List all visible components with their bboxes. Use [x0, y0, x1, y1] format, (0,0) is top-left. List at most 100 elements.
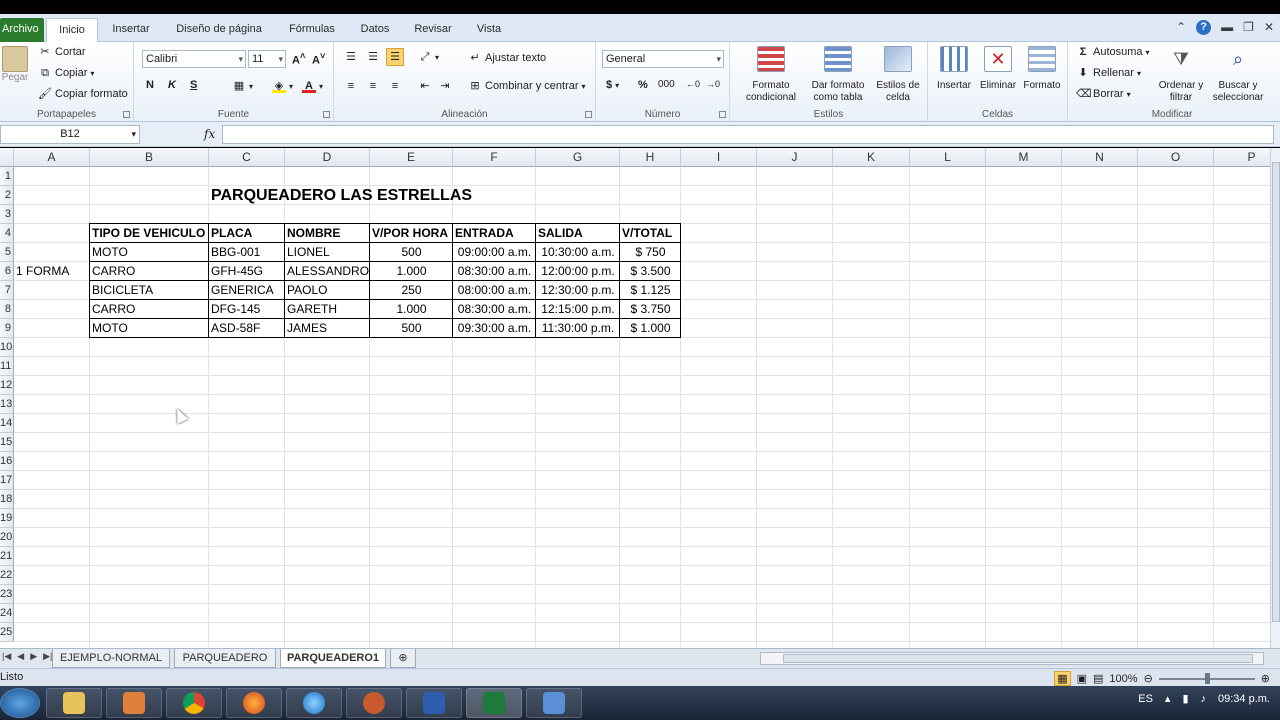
table-header-cell[interactable]: V/POR HORA: [370, 224, 453, 243]
table-cell[interactable]: 12:30:00 p.m.: [536, 281, 620, 300]
table-cell[interactable]: MOTO: [90, 243, 209, 262]
close-icon[interactable]: ✕: [1264, 20, 1274, 35]
wrap-text-button[interactable]: ↵ Ajustar texto: [468, 51, 546, 65]
font-name-select[interactable]: Calibri: [142, 50, 246, 68]
bold-button[interactable]: N: [146, 79, 154, 91]
delete-cells-button[interactable]: ✕ Eliminar: [976, 46, 1020, 92]
align-center-button[interactable]: ≡: [366, 79, 380, 93]
fill-button[interactable]: ⬇ Rellenar ▾: [1076, 66, 1141, 80]
table-cell[interactable]: 08:30:00 a.m.: [453, 300, 536, 319]
taskbar-excel[interactable]: [466, 688, 522, 718]
first-sheet-icon[interactable]: |◀: [2, 651, 11, 662]
column-header-d[interactable]: D: [285, 148, 370, 167]
paste-button[interactable]: Pegar: [0, 46, 30, 84]
taskbar-app5[interactable]: [346, 688, 402, 718]
column-header-o[interactable]: O: [1138, 148, 1214, 167]
row-header-5[interactable]: 5: [0, 243, 14, 262]
grow-font-button[interactable]: A˄: [292, 51, 305, 67]
new-sheet-button[interactable]: ⊕: [390, 649, 416, 668]
row-header-6[interactable]: 6: [0, 262, 14, 281]
tab-inicio[interactable]: Inicio: [46, 18, 98, 42]
zoom-slider-knob[interactable]: [1204, 672, 1210, 684]
taskbar-chrome[interactable]: [166, 688, 222, 718]
cell-styles-button[interactable]: Estilos de celda: [870, 46, 926, 104]
worksheet-grid[interactable]: A B C D E F G H I J K L M N O P 1 2 3 4 5 6 7 8 9 10 11 12 13 14 15 16 1…: [0, 148, 1270, 648]
taskbar-explorer[interactable]: [46, 688, 102, 718]
row-header-20[interactable]: 20: [0, 528, 14, 547]
minimize-icon[interactable]: ▬: [1221, 20, 1233, 35]
format-painter-button[interactable]: 🖌 Copiar formato: [38, 87, 128, 101]
row-header-9[interactable]: 9: [0, 319, 14, 338]
column-header-b[interactable]: B: [90, 148, 209, 167]
column-header-k[interactable]: K: [833, 148, 910, 167]
table-cell[interactable]: JAMES: [285, 319, 370, 338]
font-launcher-icon[interactable]: [323, 111, 330, 118]
tab-insertar[interactable]: Insertar: [104, 18, 158, 42]
zoom-in-icon[interactable]: ⊕: [1261, 672, 1270, 685]
name-box-dropdown-icon[interactable]: ▾: [131, 126, 136, 143]
normal-view-icon[interactable]: ▦: [1054, 671, 1071, 686]
row-header-19[interactable]: 19: [0, 509, 14, 528]
row-header-24[interactable]: 24: [0, 604, 14, 623]
table-cell[interactable]: PAOLO: [285, 281, 370, 300]
align-bottom-button[interactable]: ☰: [386, 48, 404, 66]
tab-diseno[interactable]: Diseño de página: [166, 18, 272, 42]
table-cell[interactable]: MOTO: [90, 319, 209, 338]
table-cell[interactable]: 12:00:00 p.m.: [536, 262, 620, 281]
column-header-c[interactable]: C: [209, 148, 285, 167]
table-cell[interactable]: 500: [370, 243, 453, 262]
table-cell[interactable]: GFH-45G: [209, 262, 285, 281]
table-cell[interactable]: BBG-001: [209, 243, 285, 262]
last-sheet-icon[interactable]: ▶|: [43, 651, 52, 662]
row-header-7[interactable]: 7: [0, 281, 14, 300]
side-label[interactable]: 1 FORMA: [14, 262, 90, 281]
table-cell[interactable]: GARETH: [285, 300, 370, 319]
table-cell[interactable]: $ 3.750: [620, 300, 681, 319]
select-all-corner[interactable]: [0, 148, 14, 167]
table-header-cell[interactable]: TIPO DE VEHICULO: [90, 224, 209, 243]
table-cell[interactable]: DFG-145: [209, 300, 285, 319]
table-cell[interactable]: 250: [370, 281, 453, 300]
insert-function-icon[interactable]: fx: [204, 127, 215, 141]
row-header-8[interactable]: 8: [0, 300, 14, 319]
italic-button[interactable]: K: [168, 79, 176, 91]
table-cell[interactable]: 09:00:00 a.m.: [453, 243, 536, 262]
row-header-12[interactable]: 12: [0, 376, 14, 395]
clipboard-launcher-icon[interactable]: [123, 111, 130, 118]
orientation-button[interactable]: ⤢ ▾: [418, 50, 439, 64]
start-button[interactable]: [0, 688, 40, 718]
page-layout-view-icon[interactable]: ▣: [1077, 672, 1087, 685]
taskbar-app6[interactable]: [406, 688, 462, 718]
sort-filter-button[interactable]: ⧩ Ordenar y filtrar: [1156, 46, 1206, 104]
tab-formulas[interactable]: Fórmulas: [280, 18, 344, 42]
decrease-decimal-button[interactable]: →0: [706, 79, 720, 89]
zoom-slider[interactable]: [1158, 672, 1255, 684]
sheet-tab-parqueadero[interactable]: PARQUEADERO: [174, 649, 276, 668]
row-header-14[interactable]: 14: [0, 414, 14, 433]
row-header-1[interactable]: 1: [0, 167, 14, 186]
column-header-m[interactable]: M: [986, 148, 1062, 167]
font-color-button[interactable]: A ▾: [302, 79, 323, 93]
font-size-select[interactable]: 11: [248, 50, 286, 68]
sheet-tab-ejemplo-normal[interactable]: EJEMPLO-NORMAL: [52, 649, 170, 668]
row-header-18[interactable]: 18: [0, 490, 14, 509]
taskbar-ie[interactable]: [286, 688, 342, 718]
language-indicator[interactable]: ES: [1138, 693, 1153, 705]
table-cell[interactable]: BICICLETA: [90, 281, 209, 300]
table-cell[interactable]: 10:30:00 a.m.: [536, 243, 620, 262]
tray-arrow-icon[interactable]: ▴: [1165, 692, 1171, 705]
tab-file[interactable]: Archivo: [0, 18, 44, 42]
table-cell[interactable]: $ 750: [620, 243, 681, 262]
horizontal-scrollbar[interactable]: [760, 652, 1264, 665]
row-header-22[interactable]: 22: [0, 566, 14, 585]
table-header-cell[interactable]: V/TOTAL: [620, 224, 681, 243]
insert-cells-button[interactable]: Insertar: [932, 46, 976, 92]
row-header-11[interactable]: 11: [0, 357, 14, 376]
vertical-scroll-thumb[interactable]: [1272, 162, 1280, 622]
tab-revisar[interactable]: Revisar: [406, 18, 460, 42]
table-cell[interactable]: 1.000: [370, 262, 453, 281]
conditional-format-button[interactable]: Formato condicional: [734, 46, 808, 104]
table-cell[interactable]: 12:15:00 p.m.: [536, 300, 620, 319]
taskbar-firefox[interactable]: [226, 688, 282, 718]
table-cell[interactable]: CARRO: [90, 262, 209, 281]
